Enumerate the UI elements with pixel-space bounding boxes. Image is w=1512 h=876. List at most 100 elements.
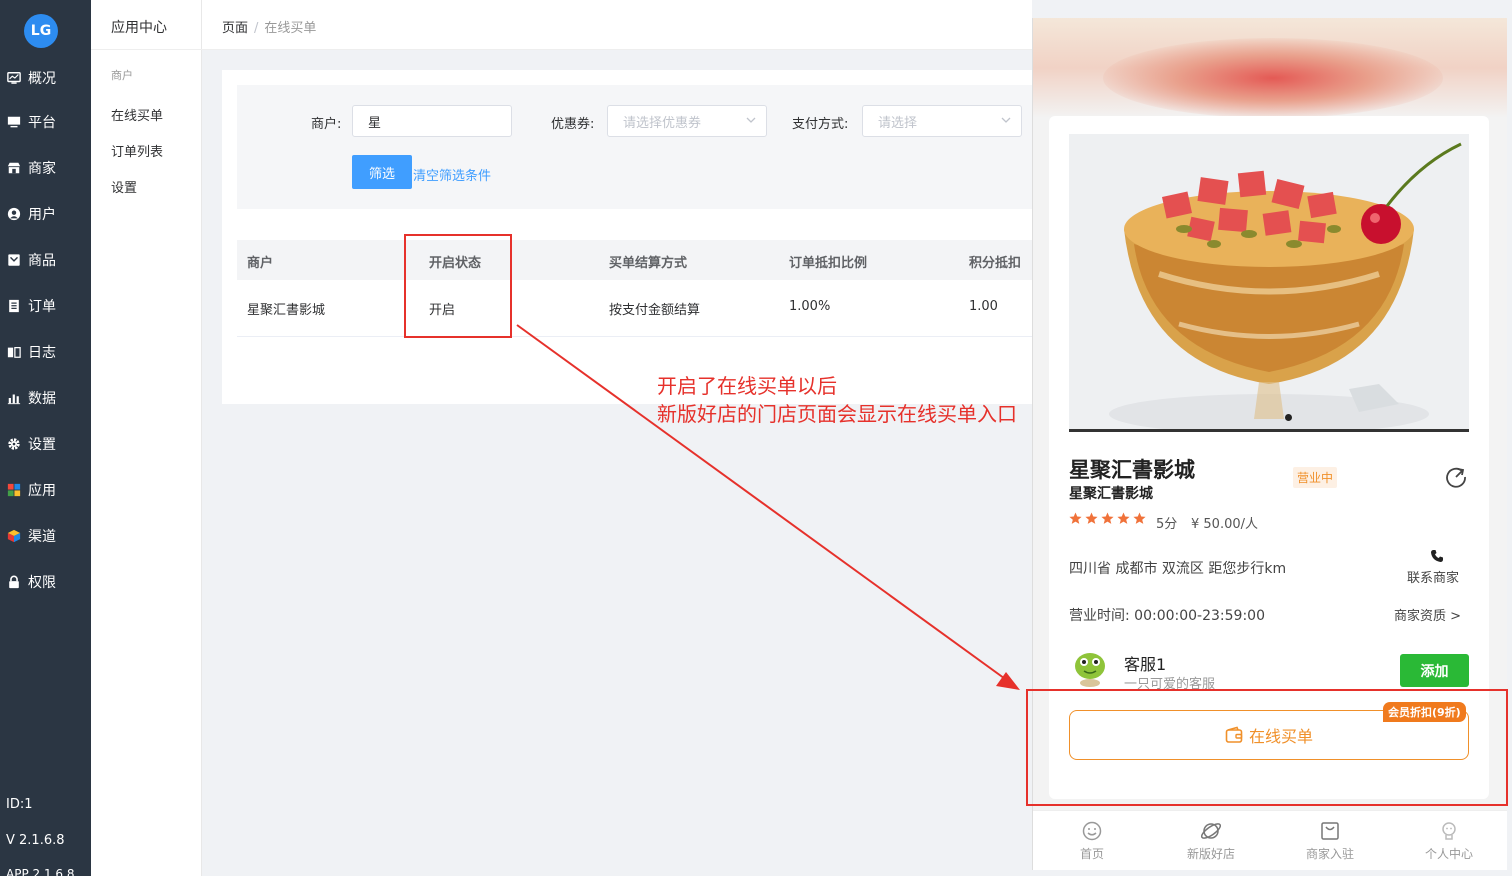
cell-points-deduction: 1.00: [969, 299, 998, 314]
shop-name: 星聚汇書影城: [1069, 458, 1195, 482]
sidebar-item-label: 设置: [28, 437, 56, 453]
sidebar-item-permission[interactable]: 权限: [0, 567, 91, 597]
cube-icon: [6, 528, 22, 544]
clear-filter-link[interactable]: 清空筛选条件: [413, 165, 491, 184]
star-icon: [1117, 512, 1130, 524]
version-text: V 2.1.6.8: [6, 833, 65, 848]
desktop-icon: [6, 114, 22, 130]
filter-button[interactable]: 筛选: [352, 155, 412, 189]
sidebar-item-label: 数据: [28, 391, 56, 407]
add-customer-service-button[interactable]: 添加: [1400, 654, 1469, 687]
star-icon: [1085, 512, 1098, 524]
col-merchant: 商户: [247, 256, 274, 271]
store-icon: [6, 160, 22, 176]
chevron-down-icon: [1001, 117, 1011, 123]
star-icon: [1133, 512, 1146, 524]
sidebar-item-log[interactable]: 日志: [0, 337, 91, 367]
subsidebar-group-label: 商户: [111, 69, 133, 82]
subsidebar-item-order-list[interactable]: 订单列表: [111, 141, 163, 160]
contact-merchant-button[interactable]: 联系商家: [1407, 567, 1459, 586]
sidebar-item-label: 平台: [28, 115, 56, 131]
breadcrumb-current: 在线买单: [264, 21, 317, 36]
smile-icon: [1082, 821, 1102, 841]
order-icon: [6, 298, 22, 314]
sidebar-item-settings[interactable]: 设置: [0, 429, 91, 459]
product-icon: [6, 252, 22, 268]
sidebar-item-overview[interactable]: 概况: [0, 63, 91, 93]
merchant-qualification-link[interactable]: 商家资质 >: [1394, 605, 1461, 624]
annotation-line-1: 开启了在线买单以后: [657, 374, 837, 398]
star-icon: [1069, 512, 1082, 524]
breadcrumb-root[interactable]: 页面: [222, 21, 248, 36]
breadcrumb-separator: /: [254, 21, 259, 36]
rating-stars: [1069, 512, 1149, 525]
banner-image: [1103, 38, 1443, 118]
filter-panel: 商户: 星 优惠券: 请选择优惠券 支付方式: 请选择 筛选 清空筛选条件: [237, 85, 1032, 209]
monitor-icon: [6, 70, 22, 86]
shop-address[interactable]: 四川省 成都市 双流区 距您步行km: [1069, 558, 1286, 578]
tab-home[interactable]: 首页: [1033, 811, 1151, 870]
tab-merchant-join[interactable]: 商家入驻: [1271, 811, 1389, 870]
planet-icon: [1200, 823, 1222, 839]
shop-banner: [1033, 18, 1507, 118]
tab-new-shop[interactable]: 新版好店: [1152, 811, 1270, 870]
pay-method-select[interactable]: 请选择: [862, 105, 1022, 137]
tab-label: 商家入驻: [1305, 847, 1354, 861]
sidebar-item-label: 订单: [28, 299, 56, 315]
bag-icon: [1321, 822, 1339, 840]
subsidebar-item-online-pay[interactable]: 在线买单: [111, 105, 163, 124]
col-order-deduction: 订单抵扣比例: [789, 256, 868, 271]
share-icon[interactable]: [1445, 466, 1467, 488]
col-points-deduction: 积分抵扣: [969, 256, 1022, 271]
sidebar-item-label: 商家: [28, 161, 56, 177]
sidebar-item-data[interactable]: 数据: [0, 383, 91, 413]
sidebar-item-merchant[interactable]: 商家: [0, 153, 91, 183]
content-card: 商户: 星 优惠券: 请选择优惠券 支付方式: 请选择 筛选 清空筛选条件 商户…: [222, 70, 1032, 404]
highlight-box-online-pay: [1026, 689, 1508, 806]
annotation-line-2: 新版好店的门店页面会显示在线买单入口: [657, 402, 1017, 426]
business-hours: 营业时间: 00:00:00-23:59:00: [1069, 608, 1265, 624]
subsidebar-item-settings[interactable]: 设置: [111, 177, 137, 196]
shop-subname: 星聚汇書影城: [1069, 486, 1153, 502]
col-settlement: 买单结算方式: [609, 256, 688, 271]
account-id: ID:1: [6, 797, 33, 812]
sidebar-item-apps[interactable]: 应用: [0, 475, 91, 505]
highlight-box-status-column: [404, 234, 512, 338]
sidebar-item-label: 用户: [28, 207, 56, 223]
carousel-dot[interactable]: [1285, 414, 1292, 421]
status-badge: 营业中: [1293, 467, 1338, 488]
cell-order-deduction: 1.00%: [789, 299, 831, 314]
customer-service-avatar: [1075, 653, 1105, 687]
phone-icon[interactable]: [1430, 549, 1444, 563]
star-icon: [1101, 512, 1114, 524]
pay-method-label: 支付方式:: [792, 117, 849, 132]
sidebar-item-channel[interactable]: 渠道: [0, 521, 91, 551]
sidebar-item-platform[interactable]: 平台: [0, 107, 91, 137]
merchant-input-value: 星: [368, 115, 382, 131]
main-sidebar: LG 概况 平台 商家 用户 商品 订单 日志 数据 设置 应用 渠道 权限 I…: [0, 0, 91, 876]
app-version-text: APP 2.1.6.8: [6, 867, 75, 876]
chart-icon: [6, 390, 22, 406]
tab-profile[interactable]: 个人中心: [1390, 811, 1507, 870]
rating-score: 5分: [1156, 517, 1178, 532]
shop-image[interactable]: [1069, 134, 1469, 432]
merchant-input[interactable]: 星: [352, 105, 512, 137]
coupon-select[interactable]: 请选择优惠券: [607, 105, 767, 137]
sub-sidebar: 应用中心 商户 在线买单 订单列表 设置: [91, 0, 202, 876]
sidebar-item-user[interactable]: 用户: [0, 199, 91, 229]
customer-service-name: 客服1: [1124, 655, 1167, 674]
sidebar-item-label: 应用: [28, 483, 56, 499]
dessert-image: [1069, 134, 1469, 429]
app-logo[interactable]: LG: [24, 14, 58, 48]
sidebar-item-product[interactable]: 商品: [0, 245, 91, 275]
table-header: 商户 开启状态 买单结算方式 订单抵扣比例 积分抵扣: [237, 240, 1032, 280]
cell-merchant: 星聚汇書影城: [247, 303, 326, 318]
gear-icon: [6, 436, 22, 452]
chevron-down-icon: [746, 117, 756, 123]
subsidebar-title: 应用中心: [111, 20, 167, 36]
annotation-note: 开启了在线买单以后 新版好店的门店页面会显示在线买单入口: [657, 372, 1017, 428]
sidebar-item-label: 权限: [28, 575, 56, 591]
sidebar-item-order[interactable]: 订单: [0, 291, 91, 321]
person-icon: [1442, 822, 1456, 840]
table-row[interactable]: 星聚汇書影城 开启 按支付金额结算 1.00% 1.00: [237, 280, 1032, 337]
